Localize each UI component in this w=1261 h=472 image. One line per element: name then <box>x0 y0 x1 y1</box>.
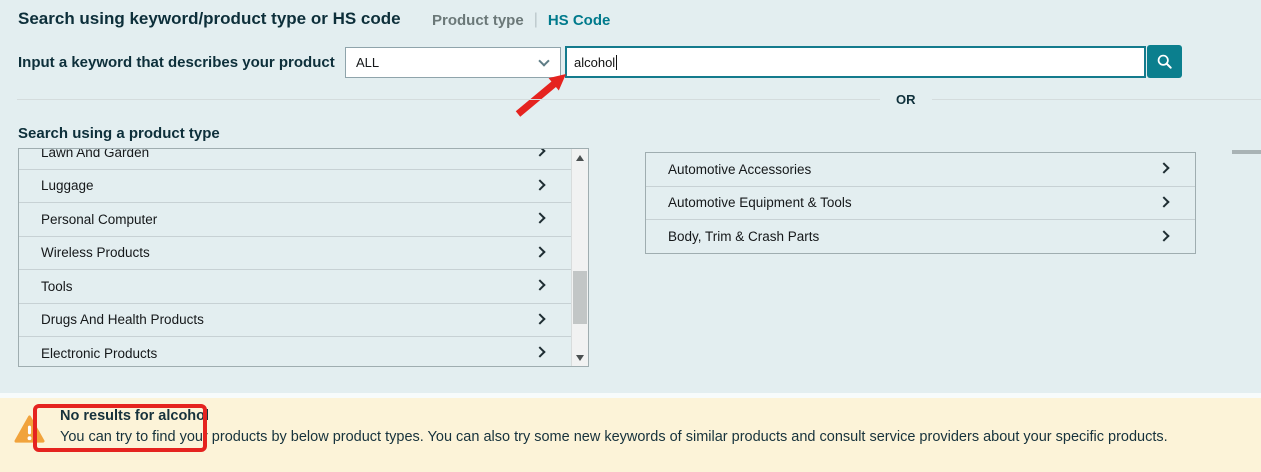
list-item-label: Tools <box>41 279 73 294</box>
warning-icon <box>14 414 45 450</box>
header-tabs: Product type | HS Code <box>432 11 610 29</box>
chevron-right-icon <box>1158 163 1169 174</box>
list-item[interactable]: Automotive Accessories <box>646 153 1195 187</box>
chevron-right-icon <box>534 179 545 190</box>
list-item-label: Automotive Equipment & Tools <box>668 195 852 210</box>
search-icon <box>1156 53 1173 70</box>
list-item[interactable]: Automotive Equipment & Tools <box>646 187 1195 221</box>
triangle-up-icon <box>576 155 584 161</box>
list-item[interactable]: Lawn And Garden <box>19 148 571 170</box>
list-item[interactable]: Tools <box>19 270 571 304</box>
chevron-right-icon <box>534 148 545 157</box>
scrollbar-fragment <box>1232 150 1261 154</box>
chevron-right-icon <box>534 347 545 358</box>
tab-product-type[interactable]: Product type <box>432 12 524 29</box>
list-item[interactable]: Drugs And Health Products <box>19 304 571 338</box>
tab-separator: | <box>534 11 538 29</box>
chevron-right-icon <box>534 246 545 257</box>
product-type-heading: Search using a product type <box>18 125 220 142</box>
list-item-label: Drugs And Health Products <box>41 312 204 327</box>
text-caret <box>616 55 617 70</box>
alert-message: You can try to find your products by bel… <box>60 429 1168 445</box>
list-item-label: Body, Trim & Crash Parts <box>668 229 819 244</box>
alert-title: No results for alcohol <box>60 408 209 424</box>
tab-hs-code[interactable]: HS Code <box>548 12 611 29</box>
scroll-up-button[interactable] <box>572 149 588 166</box>
product-type-list-right: Automotive Accessories Automotive Equipm… <box>645 152 1196 254</box>
list-item-label: Luggage <box>41 178 94 193</box>
page-title: Search using keyword/product type or HS … <box>18 9 401 29</box>
keyword-input[interactable]: alcohol <box>565 46 1146 78</box>
vertical-scrollbar[interactable] <box>571 149 588 366</box>
keyword-search-label: Input a keyword that describes your prod… <box>18 54 335 71</box>
keyword-input-value: alcohol <box>574 55 615 70</box>
category-select-value: ALL <box>356 55 540 70</box>
scroll-down-button[interactable] <box>572 349 588 366</box>
chevron-right-icon <box>1158 196 1169 207</box>
triangle-down-icon <box>576 355 584 361</box>
list-item[interactable]: Body, Trim & Crash Parts <box>646 220 1195 254</box>
chevron-right-icon <box>1158 230 1169 241</box>
list-item[interactable]: Electronic Products <box>19 337 571 367</box>
list-item-label: Automotive Accessories <box>668 162 811 177</box>
product-type-list-left: Lawn And Garden Luggage Personal Compute… <box>18 148 589 367</box>
list-item-label: Lawn And Garden <box>41 148 149 160</box>
search-button[interactable] <box>1147 45 1182 78</box>
chevron-right-icon <box>534 280 545 291</box>
list-item[interactable]: Wireless Products <box>19 237 571 271</box>
scrollbar-thumb[interactable] <box>573 271 587 324</box>
or-divider-line <box>17 99 1261 100</box>
list-item-label: Personal Computer <box>41 212 157 227</box>
list-item[interactable]: Luggage <box>19 170 571 204</box>
category-select[interactable]: ALL <box>345 47 561 78</box>
list-item-label: Wireless Products <box>41 245 150 260</box>
list-item-label: Electronic Products <box>41 346 157 361</box>
chevron-down-icon <box>538 55 549 66</box>
list-item[interactable]: Personal Computer <box>19 203 571 237</box>
chevron-right-icon <box>534 313 545 324</box>
or-divider-label: OR <box>880 92 932 107</box>
chevron-right-icon <box>534 213 545 224</box>
no-results-alert: No results for alcohol You can try to fi… <box>0 398 1261 472</box>
